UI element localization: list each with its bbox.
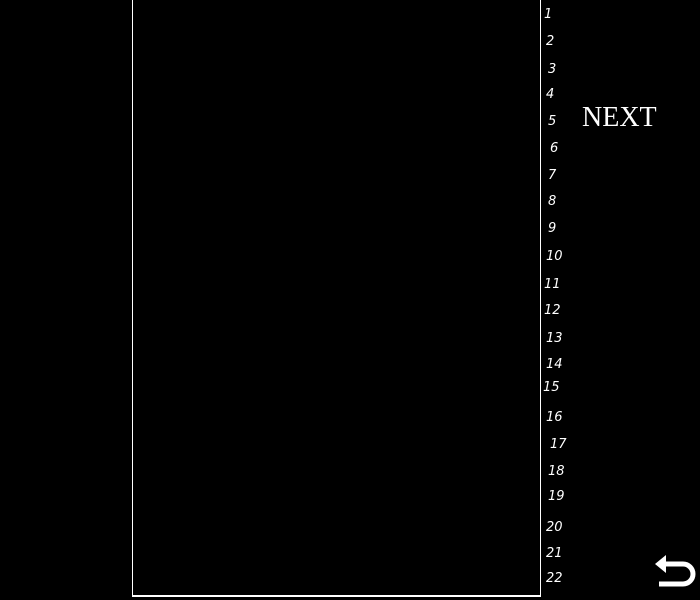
row-number-10: 10 [546,249,563,264]
row-number-2: 2 [546,34,555,49]
row-number-11: 11 [544,277,561,292]
row-number-8: 8 [548,194,557,209]
row-number-18: 18 [548,464,565,479]
row-number-12: 12 [544,303,561,318]
row-number-16: 16 [546,410,563,425]
undo-arrow-icon [655,555,696,587]
row-number-9: 9 [548,221,557,236]
row-number-13: 13 [546,331,563,346]
row-number-3: 3 [548,62,557,77]
row-number-14: 14 [546,357,563,372]
next-piece-label: NEXT [582,102,657,133]
row-number-17: 17 [550,437,567,452]
row-number-1: 1 [544,7,553,22]
row-number-20: 20 [546,520,563,535]
row-number-column: 1 2 3 4 5 6 7 8 9 10 11 12 13 14 15 16 1… [543,0,573,600]
row-number-5: 5 [548,114,557,129]
back-button[interactable] [653,551,697,595]
row-number-4: 4 [546,87,555,102]
row-number-6: 6 [550,141,559,156]
game-screen: 1 2 3 4 5 6 7 8 9 10 11 12 13 14 15 16 1… [0,0,700,600]
row-number-19: 19 [548,489,565,504]
row-number-15: 15 [543,380,560,395]
row-number-22: 22 [546,571,563,586]
playfield-well [132,0,541,597]
row-number-21: 21 [546,546,563,561]
row-number-7: 7 [548,168,557,183]
